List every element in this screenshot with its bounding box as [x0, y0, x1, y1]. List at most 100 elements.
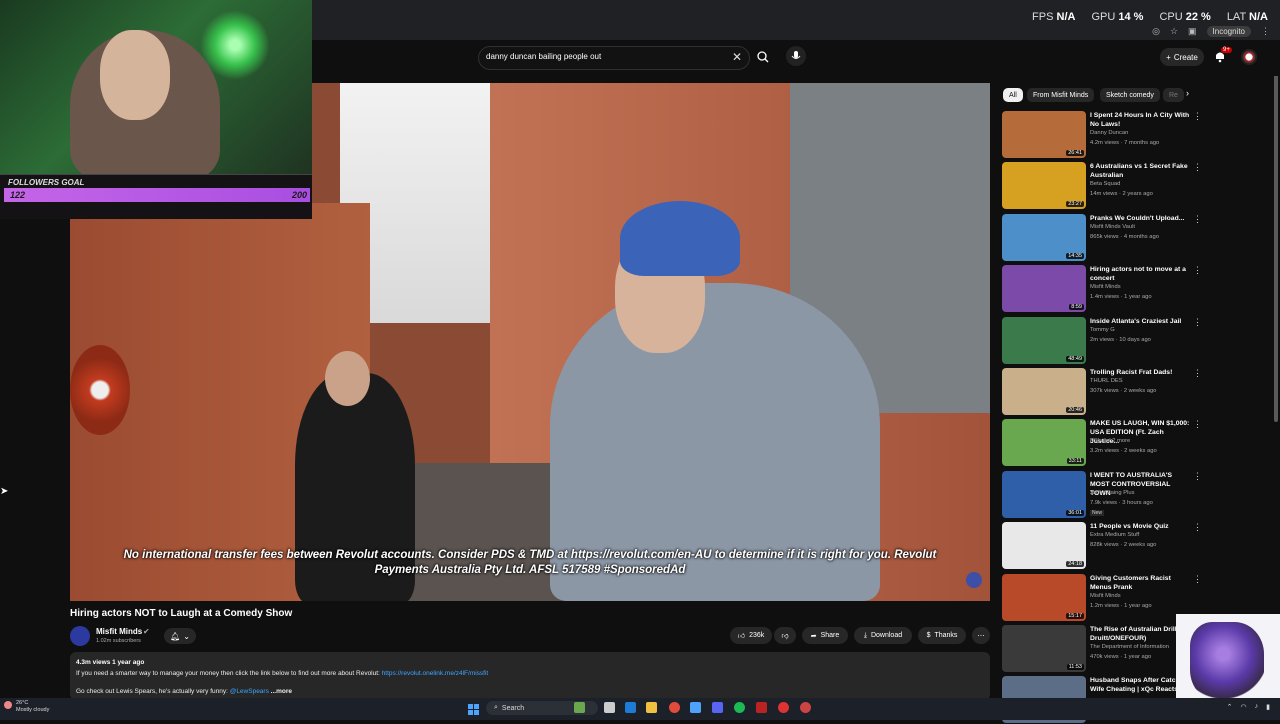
recommendation-title[interactable]: Giving Customers Racist Menus Prank	[1090, 574, 1192, 592]
recommendation-thumbnail[interactable]: 8:59	[1002, 265, 1086, 313]
recommendation-card[interactable]: 36:01 I WENT TO AUSTRALIA'S MOST CONTROVE…	[1002, 470, 1208, 519]
recommendation-channel[interactable]: Misfit Minds	[1090, 593, 1121, 599]
star-icon[interactable]: ☆	[1170, 26, 1178, 37]
recommendation-channel[interactable]: Misfit Minds Vault	[1090, 224, 1135, 230]
more-vertical-icon[interactable]: ⋮	[1193, 522, 1202, 533]
page-scrollbar[interactable]	[1274, 42, 1278, 422]
recommendation-title[interactable]: Inside Atlanta's Craziest Jail	[1090, 317, 1192, 326]
download-button[interactable]: ⤓ Download	[854, 627, 912, 644]
recommendation-thumbnail[interactable]: 23:27	[1002, 162, 1086, 210]
recommendation-channel[interactable]: Beta Squad	[1090, 181, 1120, 187]
weather-icon[interactable]	[4, 701, 12, 709]
more-vertical-icon[interactable]: ⋮	[1193, 419, 1202, 430]
recommendation-thumbnail[interactable]: 36:01	[1002, 470, 1086, 518]
recording-app-icon[interactable]	[778, 702, 789, 713]
recommendation-thumbnail[interactable]: 33:11	[1002, 419, 1086, 467]
file-explorer-icon[interactable]	[646, 702, 657, 713]
recommendation-channel[interactable]: Danny Duncan	[1090, 130, 1128, 136]
recommendation-card[interactable]: 24:18 11 People vs Movie Quiz Extra Medium…	[1002, 522, 1208, 570]
frog-app-icon[interactable]	[574, 702, 585, 713]
account-avatar[interactable]	[1241, 49, 1257, 65]
create-button[interactable]: + Create	[1160, 48, 1204, 66]
menu-icon[interactable]: ⋮	[1261, 26, 1270, 37]
search-query[interactable]: danny duncan bailing people out	[486, 52, 601, 61]
channel-name[interactable]: Misfit Minds	[96, 627, 142, 636]
recommendation-thumbnail[interactable]: 48:49	[1002, 316, 1086, 364]
more-vertical-icon[interactable]: ⋮	[1193, 471, 1202, 482]
recommendation-card[interactable]: 8:59 Hiring actors not to move at a conce…	[1002, 265, 1208, 313]
task-view-icon[interactable]	[604, 702, 615, 713]
video-duration: 14:35	[1066, 252, 1084, 259]
chevron-right-icon[interactable]: ›	[1186, 88, 1189, 98]
more-actions-button[interactable]: ⋯	[972, 627, 990, 644]
recommendation-channel[interactable]: Extra Medium Stuff	[1090, 532, 1139, 538]
share-button[interactable]: ➦ Share	[802, 627, 848, 644]
more-vertical-icon[interactable]: ⋮	[1193, 265, 1202, 276]
app-icon-2[interactable]	[800, 702, 811, 713]
channel-watermark-icon[interactable]	[966, 572, 982, 588]
more-vertical-icon[interactable]: ⋮	[1193, 111, 1202, 122]
incognito-badge[interactable]: Incognito	[1206, 26, 1251, 37]
recommendation-title[interactable]: 6 Australians vs 1 Secret Fake Australia…	[1090, 162, 1192, 180]
recommendation-channel[interactable]: The Department of Information	[1090, 644, 1169, 650]
mention-link[interactable]: @LewSpears	[230, 688, 269, 695]
channel-avatar[interactable]	[70, 626, 90, 646]
thanks-button[interactable]: $ Thanks	[918, 627, 966, 644]
recommendation-title[interactable]: 11 People vs Movie Quiz	[1090, 522, 1192, 531]
more-vertical-icon[interactable]: ⋮	[1193, 368, 1202, 379]
recommendation-card[interactable]: 14:35 Pranks We Couldn't Upload... Misfit …	[1002, 213, 1208, 262]
like-button[interactable]: 👍︎ 236k	[730, 627, 772, 644]
more-vertical-icon[interactable]: ⋮	[1193, 574, 1202, 585]
recommendation-channel[interactable]: THURL DES	[1090, 378, 1123, 384]
chevron-up-icon[interactable]: ⌃	[1227, 703, 1233, 711]
share-icon: ➦	[810, 632, 817, 640]
obs-icon[interactable]	[756, 702, 767, 713]
recommendation-card[interactable]: 23:27 6 Australians vs 1 Secret Fake Aust…	[1002, 162, 1208, 210]
voice-search-button[interactable]	[786, 46, 806, 66]
start-button[interactable]	[468, 702, 479, 715]
description-link[interactable]: https://revolut.onelink.me/z4lF/missfit	[382, 670, 489, 677]
app-icon[interactable]	[690, 702, 701, 713]
recommendation-thumbnail[interactable]: 26:41	[1002, 111, 1086, 158]
dislike-button[interactable]: 👎︎	[774, 627, 796, 644]
gpu-label: GPU	[1091, 11, 1116, 23]
chip-related[interactable]: Re	[1163, 88, 1184, 102]
recommendation-thumbnail[interactable]: 24:18	[1002, 522, 1086, 570]
recommendation-channel[interactable]: Jaden Laing Plus	[1090, 490, 1134, 496]
recommendation-thumbnail[interactable]: 14:35	[1002, 213, 1086, 261]
recommendation-title[interactable]: I Spent 24 Hours In A City With No Laws!	[1090, 111, 1192, 129]
recommendation-card[interactable]: 20:46 Trolling Racist Frat Dads! THURL DES…	[1002, 368, 1208, 416]
recommendation-card[interactable]: 33:11 MAKE US LAUGH, WIN $1,000: USA EDIT…	[1002, 419, 1208, 467]
recommendation-title[interactable]: Hiring actors not to move at a concert	[1090, 265, 1192, 283]
recommendation-card[interactable]: 48:49 Inside Atlanta's Craziest Jail Tommy…	[1002, 316, 1208, 365]
recommendation-title[interactable]: Trolling Racist Frat Dads!	[1090, 368, 1192, 377]
chip-sketch-comedy[interactable]: Sketch comedy	[1100, 88, 1160, 102]
eye-off-icon[interactable]: ◎	[1152, 26, 1160, 37]
recommendation-channel[interactable]: Tommy G	[1090, 327, 1115, 333]
spotify-icon[interactable]	[734, 702, 745, 713]
extensions-icon[interactable]: ▣	[1188, 26, 1197, 37]
weather-widget[interactable]: 26°C Mostly cloudy	[16, 700, 49, 714]
show-more-link[interactable]: ...more	[271, 688, 292, 695]
chip-from-misfit-minds[interactable]: From Misfit Minds	[1027, 88, 1095, 102]
battery-icon[interactable]: ▮	[1266, 703, 1270, 711]
chrome-icon[interactable]	[669, 702, 680, 713]
search-button[interactable]	[752, 46, 774, 68]
recommendation-title[interactable]: Pranks We Couldn't Upload...	[1090, 214, 1192, 223]
more-vertical-icon[interactable]: ⋮	[1193, 162, 1202, 173]
recommendation-channel[interactable]: KSI and 2 more	[1090, 438, 1130, 444]
outlook-icon[interactable]	[625, 702, 636, 713]
recommendation-card[interactable]: 26:41 I Spent 24 Hours In A City With No …	[1002, 111, 1208, 159]
more-vertical-icon[interactable]: ⋮	[1193, 214, 1202, 225]
recommendation-channel[interactable]: Misfit Minds	[1090, 284, 1121, 290]
recommendation-thumbnail[interactable]: 11:53	[1002, 625, 1086, 672]
volume-icon[interactable]: ♪	[1255, 703, 1259, 711]
discord-icon[interactable]	[712, 702, 723, 713]
wifi-icon[interactable]: ◠	[1241, 703, 1247, 711]
recommendation-thumbnail[interactable]: 15:17	[1002, 573, 1086, 621]
subscription-bell-button[interactable]: 🔔︎ ⌄	[164, 628, 196, 644]
recommendation-thumbnail[interactable]: 20:46	[1002, 368, 1086, 415]
clear-search-icon[interactable]: ✕	[732, 50, 742, 64]
more-vertical-icon[interactable]: ⋮	[1193, 317, 1202, 328]
chip-all[interactable]: All	[1003, 88, 1023, 102]
